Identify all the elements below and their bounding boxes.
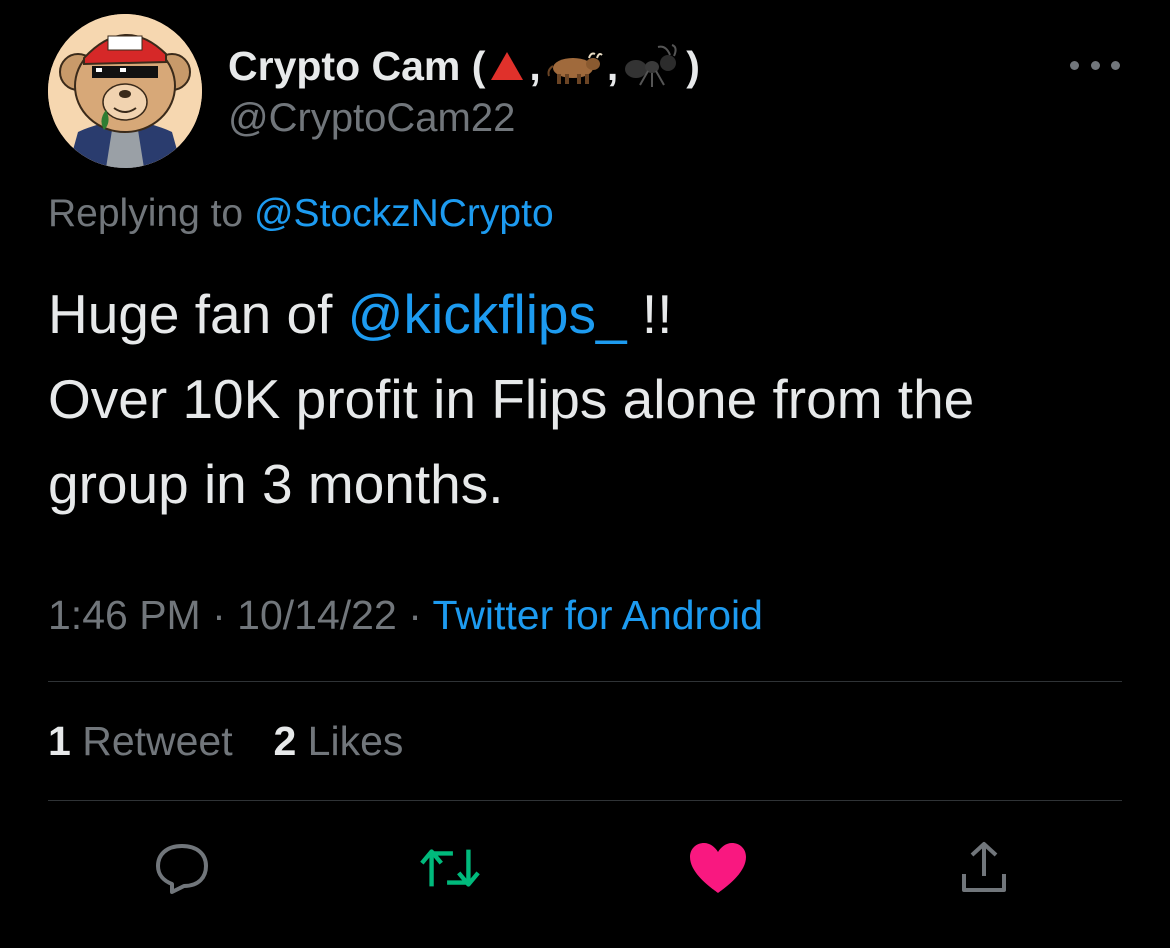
share-icon (962, 842, 1006, 892)
dot (1111, 60, 1120, 70)
divider (48, 681, 1122, 682)
author-name-text: Crypto Cam ( (228, 42, 486, 89)
tweet-body: Huge fan of @kickflips_ !! Over 10K prof… (48, 272, 1138, 527)
more-options-icon[interactable] (1068, 48, 1122, 82)
retweet-button[interactable] (418, 836, 482, 900)
retweets-count: 1 (48, 718, 71, 764)
likes-stat[interactable]: 2 Likes (273, 718, 403, 764)
ant-icon (622, 43, 682, 89)
name-separator: , (606, 42, 619, 89)
likes-label: Likes (307, 718, 404, 764)
retweets-label: Retweet (82, 718, 233, 764)
dot (1090, 60, 1100, 70)
name-close-paren: ) (686, 42, 700, 89)
replying-to: Replying to @StockzNCrypto (48, 192, 554, 236)
author-name[interactable]: Crypto Cam ( , , ) (228, 40, 700, 92)
divider (48, 800, 1122, 801)
tweet-line-2: Over 10K profit in Flips alone from the (48, 368, 975, 430)
ox-icon (545, 46, 603, 86)
like-button[interactable] (686, 836, 750, 900)
tweet-time[interactable]: 1:46 PM (48, 592, 201, 638)
replying-to-label: Replying to (48, 192, 244, 235)
name-separator: , (529, 42, 541, 89)
tweet-line-1: Huge fan of @kickflips_ !! (48, 272, 1138, 357)
like-icon (690, 843, 746, 893)
retweet-icon (420, 849, 480, 887)
red-triangle-icon (489, 49, 525, 83)
reply-mention-link[interactable]: @StockzNCrypto (254, 192, 554, 235)
meta-separator: · (212, 592, 226, 638)
likes-count: 2 (273, 718, 297, 764)
tweet-stats: 1 Retweet 2 Likes (48, 718, 403, 765)
dot (1070, 60, 1079, 70)
tweet-text-fragment: Huge fan of (48, 283, 333, 345)
author-handle[interactable]: @CryptoCam22 (228, 96, 515, 141)
avatar[interactable] (48, 14, 202, 168)
bear-avatar-icon (48, 14, 202, 168)
tweet-mention-link[interactable]: @kickflips_ (348, 283, 627, 345)
tweet-date[interactable]: 10/14/22 (237, 592, 397, 638)
tweet-text-fragment: !! (641, 283, 673, 345)
share-button[interactable] (952, 836, 1016, 900)
reply-button[interactable] (150, 836, 214, 900)
tweet-source-link[interactable]: Twitter for Android (433, 592, 763, 638)
tweet-line-3: group in 3 months. (48, 453, 504, 515)
retweets-stat[interactable]: 1 Retweet (48, 718, 244, 764)
reply-icon (156, 844, 208, 894)
tweet-meta: 1:46 PM · 10/14/22 · Twitter for Android (48, 592, 763, 639)
meta-separator: · (408, 592, 422, 638)
